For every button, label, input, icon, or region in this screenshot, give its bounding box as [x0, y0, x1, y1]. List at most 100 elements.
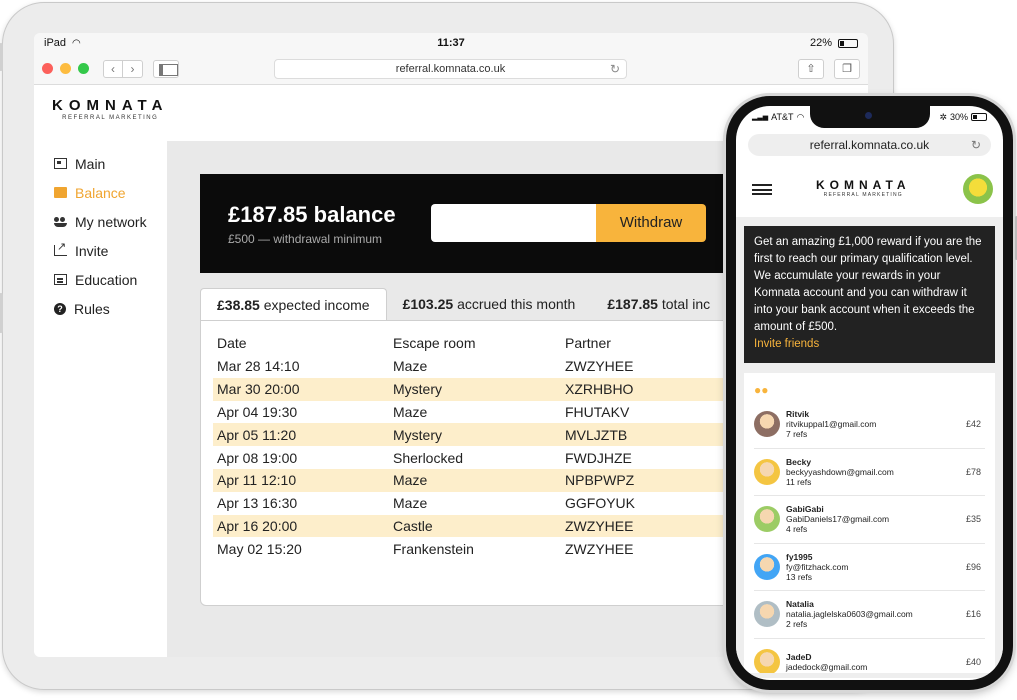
- referral-info: fy1995 fy@fitzhack.com 13 refs: [786, 552, 848, 582]
- tab-label: expected income: [263, 297, 370, 313]
- wallet-icon: [54, 187, 67, 198]
- date-cell: May 02 15:20: [217, 540, 302, 557]
- referral-email: ritvikuppal1@gmail.com: [786, 419, 877, 430]
- list-item[interactable]: fy1995 fy@fitzhack.com 13 refs £96: [754, 544, 985, 591]
- sidebar-item-invite[interactable]: Invite: [34, 236, 167, 265]
- income-table-card: Date Escape room Partner Mar 28 14:10 Maz…: [200, 320, 740, 606]
- tab-value: £38.85: [217, 297, 260, 313]
- list-item[interactable]: Natalia natalia.jaglelska0603@gmail.com 2 …: [754, 591, 985, 639]
- column-header-date[interactable]: Date: [213, 331, 393, 355]
- list-item[interactable]: JadeD jadedock@gmail.com £40: [754, 639, 985, 673]
- sidebar-item-main[interactable]: Main: [34, 149, 167, 178]
- tabs-icon[interactable]: ❐: [834, 58, 860, 79]
- sidebar-toggle-icon[interactable]: [153, 59, 179, 78]
- income-table: Date Escape room Partner Mar 28 14:10 Maz…: [213, 331, 727, 560]
- date-cell: Apr 11 12:10: [213, 468, 393, 492]
- room-cell: Mystery: [393, 377, 565, 401]
- balance-amount: £187.85 balance: [228, 202, 396, 228]
- room-cell: Maze: [393, 358, 428, 375]
- rules-icon: ?: [54, 302, 66, 315]
- avatar: [754, 553, 780, 580]
- mobile-address-bar[interactable]: referral.komnata.co.uk ↻: [748, 134, 991, 156]
- avatar: [754, 411, 780, 438]
- referral-count: 13 refs: [786, 571, 812, 582]
- reload-icon[interactable]: ↻: [971, 134, 981, 156]
- history-buttons: ‹ ›: [103, 59, 143, 78]
- tab-accrued-month[interactable]: £103.25 accrued this month: [387, 288, 592, 321]
- invite-friends-link[interactable]: Invite friends: [754, 336, 985, 353]
- referral-name: Natalia: [786, 599, 814, 610]
- referral-name: Ritvik: [786, 409, 810, 420]
- referral-info: Ritvik ritvikuppal1@gmail.com 7 refs: [786, 409, 876, 439]
- forward-icon[interactable]: ›: [123, 59, 143, 78]
- tab-label: total inc: [661, 296, 711, 312]
- sidebar-item-label: Invite: [75, 242, 109, 259]
- menu-icon[interactable]: [752, 184, 772, 195]
- close-dot-icon[interactable]: [42, 63, 53, 74]
- referral-email: beckyyashdown@gmail.com: [786, 466, 894, 477]
- main-icon: [54, 158, 67, 169]
- date-cell: Apr 08 19:00: [217, 449, 298, 466]
- mobile-site-header: KOMNATA REFERRAL MARKETING: [736, 156, 1003, 218]
- address-url: referral.komnata.co.uk: [809, 138, 930, 152]
- sidebar-item-rules[interactable]: ? Rules: [34, 294, 167, 323]
- table-row: Apr 11 12:10 Maze NPBPWPZ: [213, 468, 727, 492]
- device-name: iPad: [44, 37, 67, 49]
- referral-name: JadeD: [786, 651, 812, 662]
- sidebar-item-education[interactable]: Education: [34, 265, 167, 294]
- address-bar[interactable]: referral.komnata.co.uk ↻: [274, 58, 627, 79]
- date-cell: Mar 28 14:10: [217, 358, 300, 375]
- referral-amount: £96: [965, 561, 981, 572]
- list-item[interactable]: GabiGabi GabiDaniels17@gmail.com 4 refs £35: [754, 496, 985, 544]
- komnata-logo[interactable]: KOMNATA REFERRAL MARKETING: [816, 178, 911, 198]
- list-item[interactable]: Ritvik ritvikuppal1@gmail.com 7 refs £42: [754, 401, 985, 449]
- sidebar-item-label: Main: [75, 155, 106, 172]
- sidebar-item-balance[interactable]: Balance: [34, 178, 167, 207]
- sidebar-item-label: Balance: [75, 184, 126, 201]
- referral-count: 4 refs: [786, 524, 808, 535]
- room-cell: Sherlocked: [393, 449, 464, 466]
- withdraw-button[interactable]: Withdraw: [596, 204, 706, 242]
- tab-value: £187.85: [607, 296, 658, 312]
- sidebar-item-my-network[interactable]: My network: [34, 207, 167, 236]
- partner-cell: MVLJZTB: [565, 423, 727, 447]
- partner-cell: XZRHBHO: [565, 377, 727, 401]
- tab-expected-income[interactable]: £38.85 expected income: [200, 288, 387, 321]
- battery-percent: 30%: [949, 112, 968, 122]
- iphone-screen: ▂▃▅ AT&T ◠ ✲ 30% referral.komnata.co.uk …: [736, 106, 1003, 680]
- ipad-side-button: [0, 43, 3, 71]
- date-cell: Apr 05 11:20: [213, 423, 393, 447]
- date-cell: Mar 30 20:00: [213, 377, 393, 401]
- room-cell: Maze: [393, 403, 428, 420]
- minimize-dot-icon[interactable]: [60, 63, 71, 74]
- maximize-dot-icon[interactable]: [78, 63, 89, 74]
- partner-cell: FHUTAKV: [565, 403, 630, 420]
- referral-info: GabiGabi GabiDaniels17@gmail.com 4 refs: [786, 504, 889, 534]
- battery-icon: [971, 113, 987, 121]
- signal-icon: ▂▃▅: [752, 114, 769, 121]
- referral-amount: £78: [965, 466, 981, 477]
- column-header-partner[interactable]: Partner: [565, 331, 727, 355]
- share-icon[interactable]: ⇧: [798, 58, 824, 79]
- carrier-name: AT&T: [771, 112, 794, 122]
- sidebar-item-label: Rules: [74, 300, 110, 317]
- room-cell: Maze: [393, 495, 428, 512]
- referral-count: 11 refs: [786, 476, 812, 487]
- list-item[interactable]: Becky beckyyashdown@gmail.com 11 refs £78: [754, 449, 985, 496]
- wifi-icon: ◠: [796, 111, 805, 122]
- referral-count: 2 refs: [786, 619, 808, 630]
- logo-wordmark: KOMNATA: [52, 97, 169, 114]
- referral-count: 7 refs: [786, 429, 808, 440]
- column-header-escape-room[interactable]: Escape room: [393, 331, 565, 355]
- tab-total-income[interactable]: £187.85 total inc: [591, 288, 726, 321]
- referral-amount: £42: [965, 419, 981, 430]
- komnata-logo[interactable]: KOMNATA REFERRAL MARKETING: [52, 97, 168, 121]
- reload-icon[interactable]: ↻: [610, 60, 620, 78]
- battery-icon: [838, 38, 858, 48]
- back-icon[interactable]: ‹: [103, 59, 123, 78]
- sidebar-nav: Main Balance My network Invite Education: [34, 141, 167, 657]
- table-row: Apr 16 20:00 Castle ZWZYHEE: [213, 514, 727, 538]
- user-avatar[interactable]: [963, 174, 993, 204]
- withdraw-amount-input[interactable]: [431, 204, 596, 242]
- referral-email: fy@fitzhack.com: [786, 561, 849, 572]
